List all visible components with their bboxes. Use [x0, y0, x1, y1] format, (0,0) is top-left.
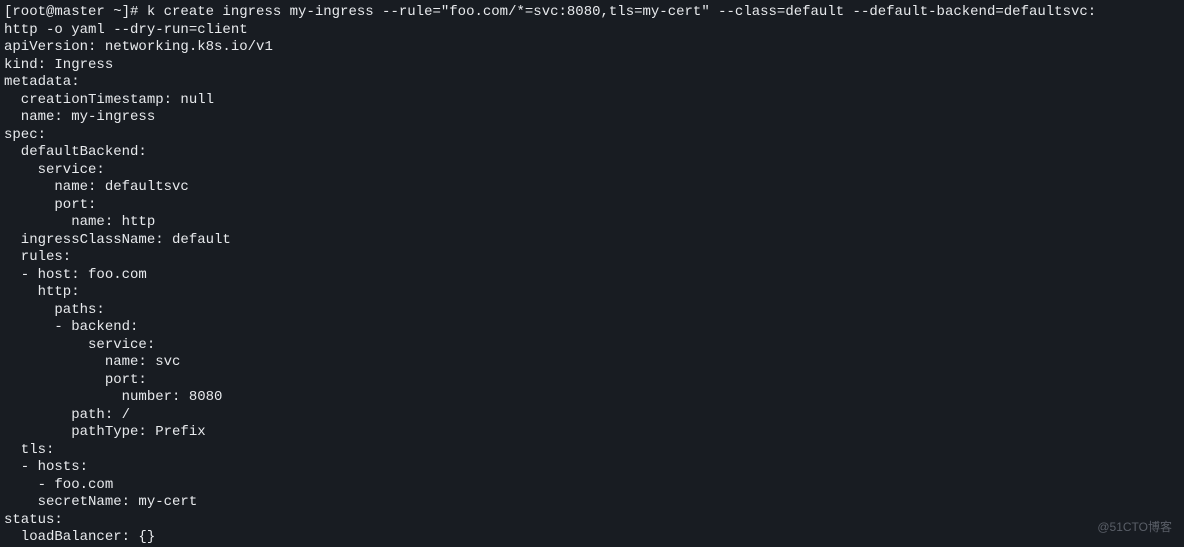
watermark-text: @51CTO博客 — [1097, 520, 1172, 535]
terminal-output[interactable]: [root@master ~]# k create ingress my-ing… — [4, 4, 1180, 547]
